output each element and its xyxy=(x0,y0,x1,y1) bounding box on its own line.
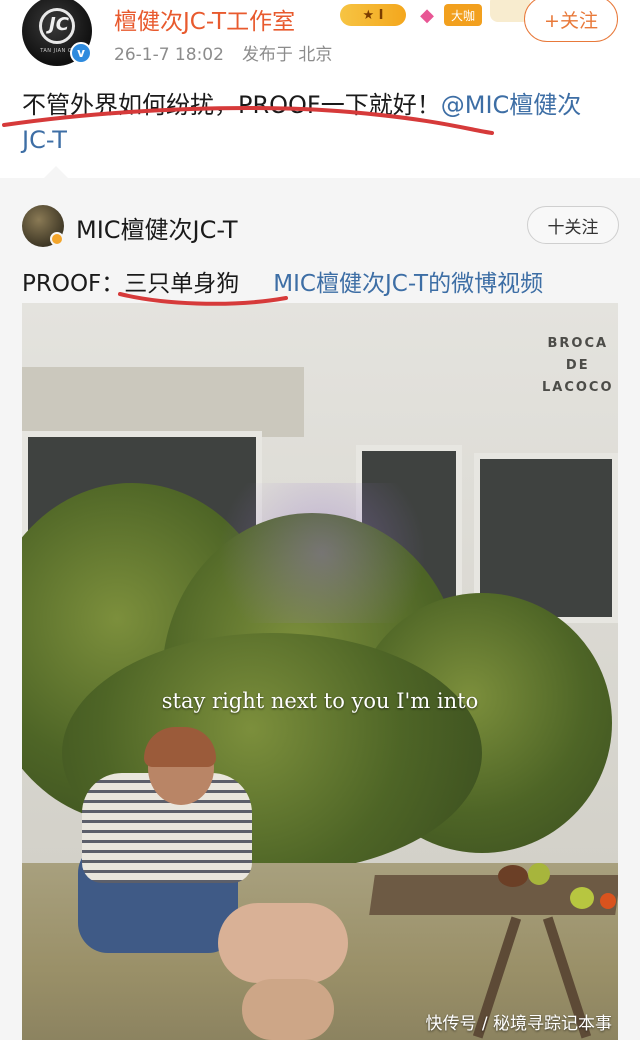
video-dog xyxy=(218,903,348,983)
video-flowers xyxy=(192,483,452,623)
video-shop-sign: BROCA DE LACOCO xyxy=(542,333,614,399)
post-text-body: 不管外界如何纷扰，PROOF一下就好！ xyxy=(22,91,441,119)
video-subtitle: stay right next to you I'm into xyxy=(161,689,479,713)
post-text: 不管外界如何纷扰，PROOF一下就好！@MIC檀健次JC-T xyxy=(22,88,612,158)
video-awning xyxy=(22,367,304,437)
post-location: 发布于 北京 xyxy=(241,45,333,65)
video-fruit xyxy=(498,865,528,887)
post-meta: 26-1-7 18:02 发布于 北京 xyxy=(114,40,350,65)
avatar-logo: JC xyxy=(49,14,69,35)
video-dog xyxy=(242,979,334,1040)
daka-badge[interactable]: 大咖 xyxy=(444,4,482,26)
video-player[interactable]: BROCA DE LACOCO stay right next to you I… xyxy=(22,303,618,1040)
follow-button[interactable]: +关注 xyxy=(524,0,618,42)
author-name[interactable]: 檀健次JC-T工作室 xyxy=(114,2,295,36)
sign-line: BROCA xyxy=(547,336,609,351)
video-link[interactable]: MIC檀健次JC-T的微博视频 xyxy=(273,271,543,297)
sign-line: LACOCO xyxy=(542,380,614,395)
quoted-follow-button[interactable]: 十关注 xyxy=(527,206,619,244)
video-fruit xyxy=(570,887,594,909)
quoted-post-text: PROOF：三只单身狗 MIC檀健次JC-T的微博视频 xyxy=(22,264,543,298)
quoted-author-badge-icon xyxy=(50,232,64,246)
rank-badge[interactable]: ★ I xyxy=(340,4,406,26)
diamond-icon[interactable]: ◆ xyxy=(414,4,440,26)
quoted-post-body: PROOF：三只单身狗 xyxy=(22,271,240,297)
video-fruit xyxy=(528,863,550,885)
video-fruit xyxy=(600,893,616,909)
quote-pointer xyxy=(44,166,68,178)
verified-v-icon: v xyxy=(70,42,92,64)
post-timestamp: 26-1-7 18:02 xyxy=(114,45,224,65)
sign-line: DE xyxy=(565,358,590,373)
quoted-author-name[interactable]: MIC檀健次JC-T xyxy=(76,210,238,245)
watermark: 快传号 / 秘境寻踪记本事 xyxy=(425,1014,612,1034)
